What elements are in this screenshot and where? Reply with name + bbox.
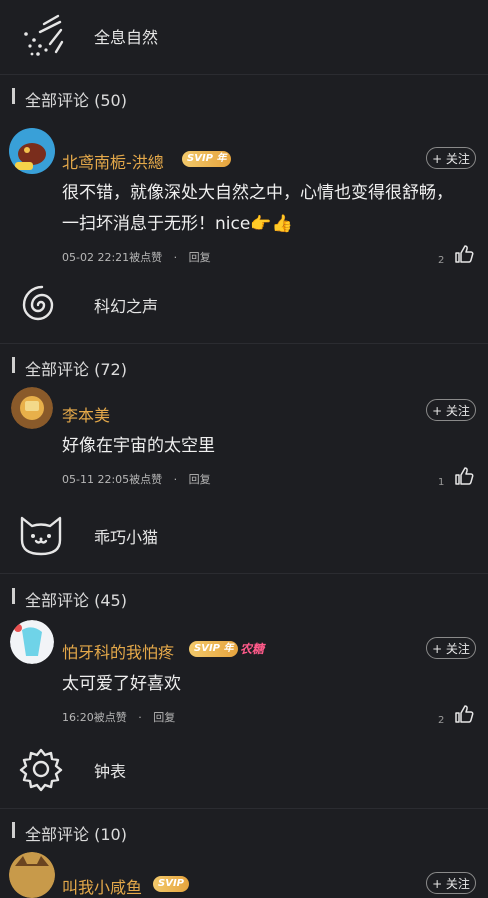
- sound-title[interactable]: 全息自然: [94, 24, 158, 48]
- svip-badge: SVIP: [153, 876, 189, 892]
- comments-header: 全部评论 (72): [25, 360, 127, 379]
- thumbs-up-icon: [455, 467, 474, 485]
- spiral-icon: [22, 285, 54, 321]
- gear-icon: [19, 748, 63, 792]
- like-count: 2: [438, 255, 445, 266]
- username[interactable]: 李本美: [62, 402, 110, 426]
- reply-link[interactable]: 回复: [153, 711, 175, 724]
- sound-title[interactable]: 科幻之声: [94, 293, 158, 317]
- avatar[interactable]: [9, 852, 55, 898]
- like-count: 2: [438, 715, 445, 726]
- username[interactable]: 北鸢南栀-洪總: [62, 149, 164, 173]
- liked-time: 16:20被点赞: [62, 711, 127, 724]
- divider: [0, 343, 488, 344]
- section-bar: [12, 357, 15, 373]
- thumbs-up-icon: [455, 245, 474, 263]
- follow-button[interactable]: + 关注: [426, 399, 476, 421]
- cat-icon: [20, 516, 62, 556]
- follow-button[interactable]: + 关注: [426, 872, 476, 894]
- meteor-shower-icon: [24, 14, 64, 56]
- svip-badge: SVIP 年: [189, 641, 239, 657]
- like-button[interactable]: 2: [438, 704, 474, 726]
- comment-meta: 16:20被点赞 · 回复: [62, 709, 175, 725]
- sound-title[interactable]: 钟表: [94, 758, 126, 782]
- section-bar: [12, 588, 15, 604]
- divider: [0, 808, 488, 809]
- username[interactable]: 怕牙科的我怕疼: [62, 639, 174, 663]
- dot-separator: ·: [138, 711, 142, 724]
- comment-text: 太可爱了好喜欢: [62, 674, 181, 694]
- avatar[interactable]: [10, 620, 54, 664]
- follow-button[interactable]: + 关注: [426, 637, 476, 659]
- section-bar: [12, 822, 15, 838]
- comment-text: 很不错，就像深处大自然之中，心情也变得很舒畅，一扫坏消息于无形！nice👉👍: [62, 183, 453, 234]
- svip-badge: SVIP 年: [182, 151, 232, 167]
- avatar[interactable]: [9, 128, 55, 174]
- liked-time: 05-11 22:05被点赞: [62, 473, 163, 486]
- reply-link[interactable]: 回复: [189, 473, 211, 486]
- thumbs-up-icon: [455, 705, 474, 723]
- fan-badge: 农糖: [240, 642, 265, 656]
- liked-time: 05-02 22:21被点赞: [62, 251, 163, 264]
- comment-meta: 05-02 22:21被点赞 · 回复: [62, 249, 211, 265]
- follow-button[interactable]: + 关注: [426, 147, 476, 169]
- dot-separator: ·: [173, 251, 178, 264]
- dot-separator: ·: [173, 473, 178, 486]
- like-button[interactable]: 2: [438, 244, 474, 266]
- like-button[interactable]: 1: [438, 466, 474, 488]
- username[interactable]: 叫我小咸鱼: [62, 874, 142, 898]
- comments-header: 全部评论 (50): [25, 91, 127, 110]
- comment-meta: 05-11 22:05被点赞 · 回复: [62, 471, 211, 487]
- avatar[interactable]: [11, 387, 53, 429]
- comments-header: 全部评论 (10): [25, 825, 127, 844]
- section-bar: [12, 88, 15, 104]
- like-count: 1: [438, 477, 445, 488]
- divider: [0, 74, 488, 75]
- sound-title[interactable]: 乖巧小猫: [94, 524, 158, 548]
- comment-text: 好像在宇宙的太空里: [62, 436, 215, 456]
- reply-link[interactable]: 回复: [189, 251, 211, 264]
- divider: [0, 573, 488, 574]
- comments-header: 全部评论 (45): [25, 591, 127, 610]
